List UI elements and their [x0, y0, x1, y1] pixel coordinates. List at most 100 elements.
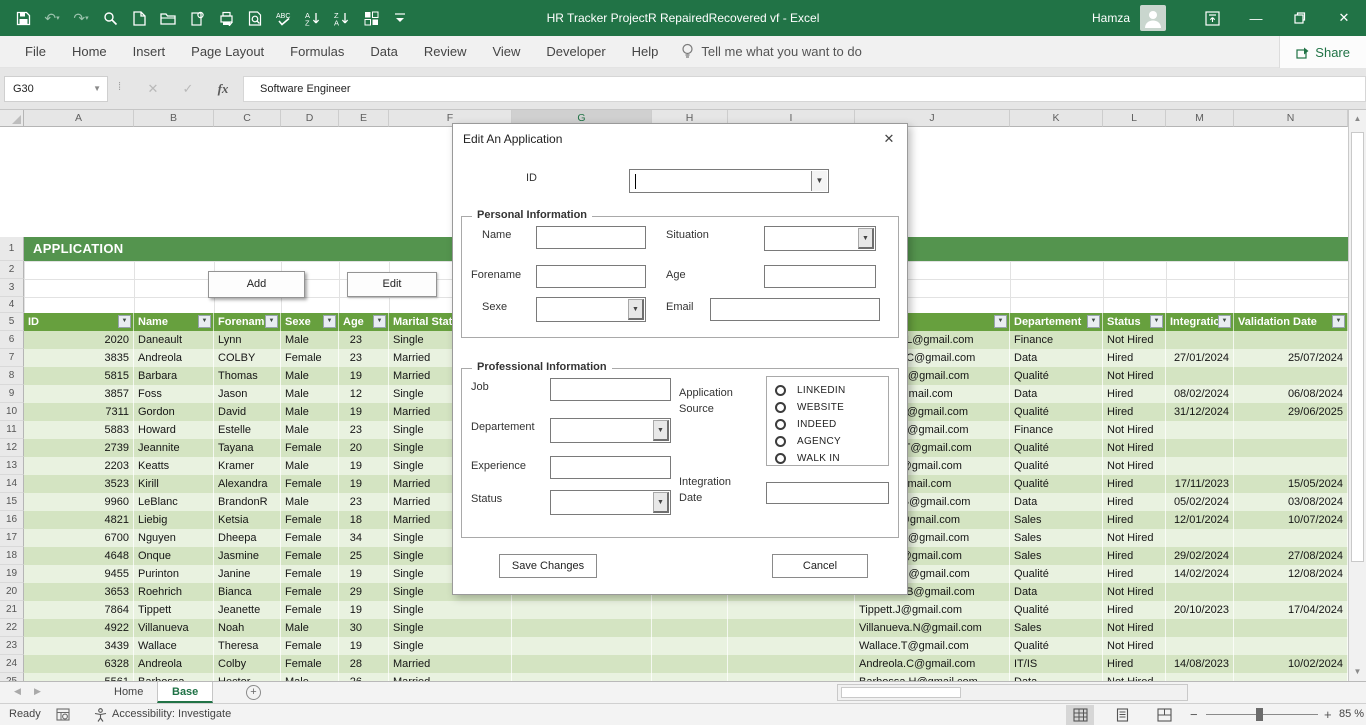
cell-K12[interactable]: Qualité	[1010, 439, 1103, 457]
user-name[interactable]: Hamza	[1092, 11, 1130, 25]
cell-D13[interactable]: Male	[281, 457, 339, 475]
radio-linkedin[interactable]	[775, 385, 786, 396]
cell-M14[interactable]: 17/11/2023	[1166, 475, 1234, 493]
cell-C21[interactable]: Jeanette	[214, 601, 281, 619]
spelling-icon[interactable]: ABC	[275, 9, 293, 27]
cell-B22[interactable]: Villanueva	[134, 619, 214, 637]
cell-N7[interactable]: 25/07/2024	[1234, 349, 1348, 367]
cell-L7[interactable]: Hired	[1103, 349, 1166, 367]
cell-L8[interactable]: Not Hired	[1103, 367, 1166, 385]
save-changes-button[interactable]: Save Changes	[499, 554, 597, 578]
status-combobox[interactable]: ▼	[550, 490, 671, 515]
cell-L14[interactable]: Hired	[1103, 475, 1166, 493]
cell-H23[interactable]	[652, 637, 728, 655]
filter-icon[interactable]: ▼	[994, 315, 1007, 328]
cell-G21[interactable]	[512, 601, 652, 619]
cell-D10[interactable]: Male	[281, 403, 339, 421]
cell-A18[interactable]: 4648	[24, 547, 134, 565]
cell-N23[interactable]	[1234, 637, 1348, 655]
column-header-L[interactable]: L	[1103, 110, 1166, 127]
cell-F23[interactable]: Single	[389, 637, 512, 655]
horizontal-scroll-thumb[interactable]	[841, 687, 961, 698]
filter-icon[interactable]: ▼	[265, 315, 278, 328]
row-header-20[interactable]: 20	[0, 583, 24, 601]
new-sheet-icon[interactable]: +	[246, 685, 261, 700]
sort-descending-icon[interactable]: ZA	[333, 9, 351, 27]
customize-qat-icon[interactable]	[391, 9, 409, 27]
cell-E6[interactable]: 23	[339, 331, 389, 349]
cell-K9[interactable]: Data	[1010, 385, 1103, 403]
column-header-D[interactable]: D	[281, 110, 339, 127]
cell-L9[interactable]: Hired	[1103, 385, 1166, 403]
email-field[interactable]	[710, 298, 880, 321]
cell-A11[interactable]: 5883	[24, 421, 134, 439]
cell-B12[interactable]: Jeannite	[134, 439, 214, 457]
cell-C17[interactable]: Dheepa	[214, 529, 281, 547]
cell-B14[interactable]: Kirill	[134, 475, 214, 493]
table-header-Name[interactable]: Name▼	[134, 313, 214, 331]
row-header-10[interactable]: 10	[0, 403, 24, 421]
cell-M22[interactable]	[1166, 619, 1234, 637]
share-button[interactable]: Share	[1279, 36, 1366, 68]
tab-file[interactable]: File	[12, 36, 59, 68]
sheet-nav-left-icon[interactable]: ◀	[14, 686, 21, 697]
table-header-Validation Date[interactable]: Validation Date▼	[1234, 313, 1348, 331]
cell-D23[interactable]: Female	[281, 637, 339, 655]
sexe-combobox[interactable]: ▼	[536, 297, 646, 322]
cell-K17[interactable]: Sales	[1010, 529, 1103, 547]
column-header-E[interactable]: E	[339, 110, 389, 127]
cell-N11[interactable]	[1234, 421, 1348, 439]
cell-F22[interactable]: Single	[389, 619, 512, 637]
cell-D15[interactable]: Male	[281, 493, 339, 511]
new-document-icon[interactable]	[130, 9, 148, 27]
cell-M7[interactable]: 27/01/2024	[1166, 349, 1234, 367]
cell-D20[interactable]: Female	[281, 583, 339, 601]
horizontal-scrollbar[interactable]	[837, 684, 1188, 701]
cell-L13[interactable]: Not Hired	[1103, 457, 1166, 475]
cell-E9[interactable]: 12	[339, 385, 389, 403]
column-header-N[interactable]: N	[1234, 110, 1348, 127]
tab-help[interactable]: Help	[619, 36, 672, 68]
formula-bar-splitter[interactable]: ⁞	[118, 81, 121, 93]
zoom-in-icon[interactable]: +	[1324, 704, 1332, 725]
cell-D14[interactable]: Female	[281, 475, 339, 493]
cell-C18[interactable]: Jasmine	[214, 547, 281, 565]
cell-N8[interactable]	[1234, 367, 1348, 385]
ribbon-display-options-icon[interactable]	[1190, 0, 1234, 36]
cell-I21[interactable]	[728, 601, 855, 619]
cell-B23[interactable]: Wallace	[134, 637, 214, 655]
cell-G24[interactable]	[512, 655, 652, 673]
row-header-2[interactable]: 2	[0, 261, 24, 279]
cell-H25[interactable]	[652, 673, 728, 681]
cell-M8[interactable]	[1166, 367, 1234, 385]
tab-data[interactable]: Data	[357, 36, 410, 68]
cell-C10[interactable]: David	[214, 403, 281, 421]
cell-A13[interactable]: 2203	[24, 457, 134, 475]
cell-H24[interactable]	[652, 655, 728, 673]
cell-M10[interactable]: 31/12/2024	[1166, 403, 1234, 421]
minimize-button[interactable]: —	[1234, 0, 1278, 36]
row-header-8[interactable]: 8	[0, 367, 24, 385]
cell-E22[interactable]: 30	[339, 619, 389, 637]
table-header-Integratio[interactable]: Integratio▼	[1166, 313, 1234, 331]
cell-L18[interactable]: Hired	[1103, 547, 1166, 565]
cell-E7[interactable]: 23	[339, 349, 389, 367]
cell-E18[interactable]: 25	[339, 547, 389, 565]
cell-E13[interactable]: 19	[339, 457, 389, 475]
cell-J22[interactable]: Villanueva.N@gmail.com	[855, 619, 1010, 637]
cell-L25[interactable]: Not Hired	[1103, 673, 1166, 681]
cell-C15[interactable]: BrandonR	[214, 493, 281, 511]
cell-L19[interactable]: Hired	[1103, 565, 1166, 583]
cell-K18[interactable]: Sales	[1010, 547, 1103, 565]
cell-B15[interactable]: LeBlanc	[134, 493, 214, 511]
name-box-dropdown-icon[interactable]: ▼	[93, 77, 101, 101]
cell-D22[interactable]: Male	[281, 619, 339, 637]
attach-file-icon[interactable]	[188, 9, 206, 27]
cell-B11[interactable]: Howard	[134, 421, 214, 439]
cell-A17[interactable]: 6700	[24, 529, 134, 547]
cell-M21[interactable]: 20/10/2023	[1166, 601, 1234, 619]
cell-B9[interactable]: Foss	[134, 385, 214, 403]
cell-E19[interactable]: 19	[339, 565, 389, 583]
cell-I22[interactable]	[728, 619, 855, 637]
tab-view[interactable]: View	[479, 36, 533, 68]
